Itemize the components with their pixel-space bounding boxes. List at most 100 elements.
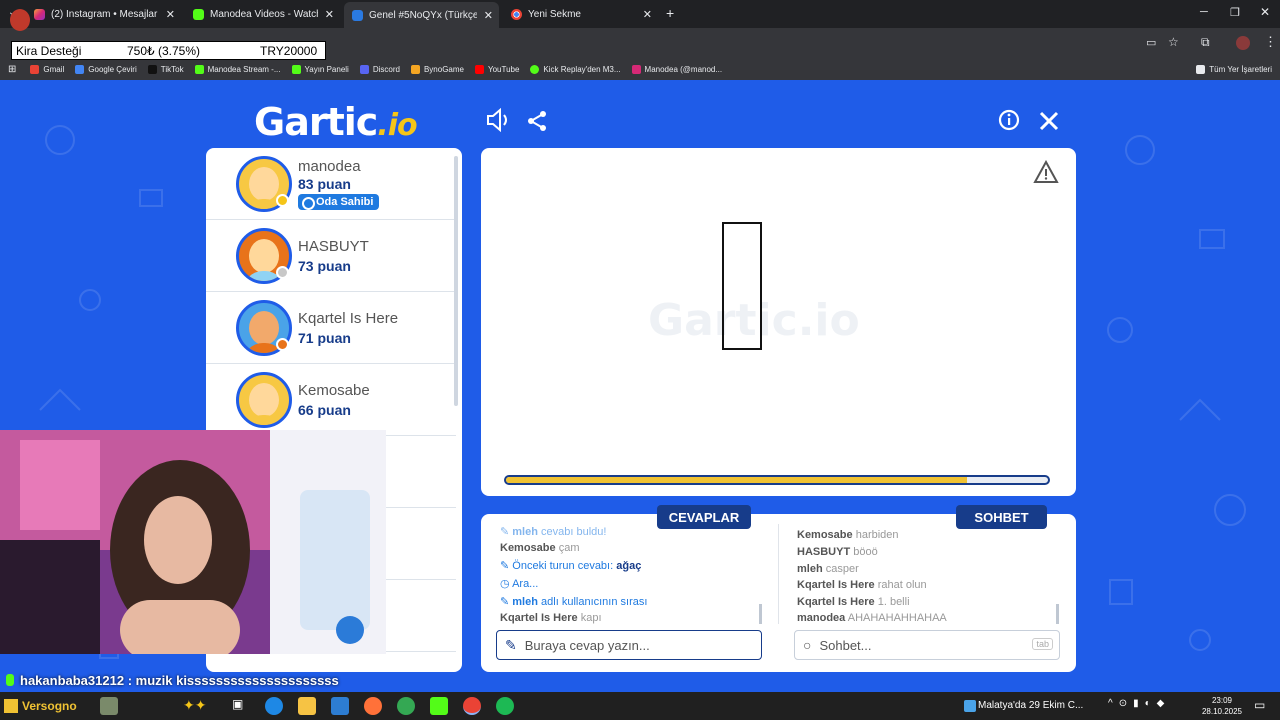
info-icon[interactable] [998,109,1020,131]
extensions-icon[interactable]: ⧉ [1201,35,1210,50]
player-row[interactable]: HASBUYT 73 puan [206,220,456,292]
bookmark-label: Kick Replay'den M3... [543,64,621,74]
bookmark-bynogame[interactable]: BynoGame [410,64,464,74]
speaker-icon[interactable] [485,108,511,132]
bookmark-manodea-instagram[interactable]: Manodea (@manod... [631,64,723,74]
player-row[interactable]: Kqartel Is Here 71 puan [206,292,456,364]
chrome-active-icon[interactable] [463,697,481,715]
firefox-icon[interactable] [364,697,382,715]
line-user: Kqartel Is Here [797,596,875,608]
bookmark-label: Manodea (@manod... [644,64,723,74]
report-warning-icon[interactable] [1033,160,1059,184]
answer-input-box[interactable]: ✎ [496,630,762,660]
webcam-image [0,430,386,654]
system-clock[interactable]: 23:09 28.10.2025 [1202,695,1242,717]
answer-input[interactable] [524,637,725,653]
tray-icons[interactable]: ^⊙▮◐◆ [1108,698,1170,709]
tab-instagram[interactable]: (2) Instagram • Mesajlar ✕ [26,3,181,25]
avatar [236,372,292,428]
pencil-icon: ✎ [505,636,517,653]
tab-title: Yeni Sekme [528,8,581,20]
restore-icon[interactable]: ❐ [1230,6,1240,19]
task-view-icon[interactable]: ▣ [232,697,250,715]
player-name: manodea [298,158,361,175]
share-icon[interactable] [527,110,549,132]
chat-input[interactable] [819,637,1020,653]
chat-line: Kqartel Is Here rahat olun [797,579,927,591]
close-tab-icon[interactable]: ✕ [484,9,493,22]
line-text: çam [558,542,580,554]
player-row[interactable]: manodea 83 puan Oda Sahibi [206,148,456,220]
tab-title: Manodea Videos - Watch On-D [210,8,318,20]
close-tab-icon[interactable]: ✕ [325,8,334,21]
bookmark-yayin-paneli[interactable]: Yayın Paneli [291,64,349,74]
all-bookmarks[interactable]: Tüm Yer İşaretleri [1196,64,1272,74]
answers-scrollbar[interactable] [759,604,762,624]
logo-text: Gartic [254,100,378,144]
start-button[interactable] [4,699,18,713]
close-window-icon[interactable]: ✕ [1260,5,1270,19]
menu-icon[interactable]: ⋮ [1264,34,1277,50]
sparkle-icon[interactable]: ✦✦ [183,697,213,715]
game-app-icon[interactable] [100,697,118,715]
close-icon[interactable] [1038,110,1060,132]
line-text: rahat olun [877,579,927,591]
tab-manodea-videos[interactable]: Manodea Videos - Watch On-D ✕ [185,3,340,25]
gmail-icon [30,64,40,74]
bookmark-youtube[interactable]: YouTube [474,64,519,74]
bookmark-manodea-stream[interactable]: Manodea Stream -... [194,64,281,74]
tab-gartic[interactable]: Genel #5NoQYx (Türkçe) - Gart ✕ [344,2,499,28]
line-user: Kqartel Is Here [797,579,875,591]
bookmark-gmail[interactable]: Gmail [30,64,64,74]
player-row[interactable]: Kemosabe 66 puan [206,364,456,436]
status-dot [276,266,289,279]
kick-app-icon[interactable] [430,697,448,715]
store-icon[interactable] [331,697,349,715]
bookmark-kick-replay[interactable]: Kick Replay'den M3... [530,64,621,74]
chat-line: mleh casper [797,563,859,575]
player-list-scrollbar[interactable] [454,156,458,406]
line-text: Ara... [512,578,539,590]
apps-icon[interactable]: ⊞ [8,64,16,75]
kick-icon [291,64,301,74]
chat-message: muzik kisssssssssssssssssssss [135,672,339,688]
player-score: 73 puan [298,258,351,274]
close-tab-icon[interactable]: ✕ [166,8,175,21]
webcam-feed [0,430,386,654]
gartic-logo: Gartic.io [254,100,418,144]
chrome-icon[interactable] [397,697,415,715]
edge-icon[interactable] [265,697,283,715]
chat-line: Kemosabe harbiden [797,529,899,541]
line-text: kapı [580,612,602,624]
discord-icon [359,64,369,74]
translate-icon [75,64,85,74]
notification-icon[interactable]: ▭ [1254,698,1265,712]
search-icon: ○ [803,637,812,653]
line-user: Kqartel Is Here [500,612,578,624]
line-text: adlı kullanıcının sırası [541,596,648,608]
bookmark-discord[interactable]: Discord [359,64,400,74]
chat-username: hakanbaba31212 [20,672,125,688]
spotify-icon[interactable] [496,697,514,715]
chat-scrollbar[interactable] [1056,604,1059,624]
player-score: 71 puan [298,330,351,346]
close-tab-icon[interactable]: ✕ [643,8,652,21]
minimize-icon[interactable]: ─ [1200,6,1208,18]
chat-line: manodea AHAHAHAHHAHAA [797,612,947,624]
star-icon[interactable]: ☆ [1168,35,1179,49]
tab-new[interactable]: Yeni Sekme ✕ [503,3,658,25]
answer-line: ✎ Önceki turun cevabı: ağaç [500,559,641,572]
gartic-icon [352,9,363,21]
bookmark-google-translate[interactable]: Google Çeviri [75,64,137,74]
profile-avatar[interactable] [1236,36,1250,50]
answer-line: Kqartel Is Here kapı [500,612,602,624]
cast-icon[interactable]: ▭ [1146,36,1156,49]
new-tab-icon[interactable]: + [666,5,674,21]
bookmark-label: Yayın Paneli [304,64,349,74]
bookmark-tiktok[interactable]: TikTok [147,64,184,74]
answer-line: ✎ mleh adlı kullanıcının sırası [500,595,647,608]
line-user: mleh [512,596,538,608]
player-name: Kemosabe [298,382,370,399]
file-explorer-icon[interactable] [298,697,316,715]
chat-input-box[interactable]: ○ tab [794,630,1060,660]
